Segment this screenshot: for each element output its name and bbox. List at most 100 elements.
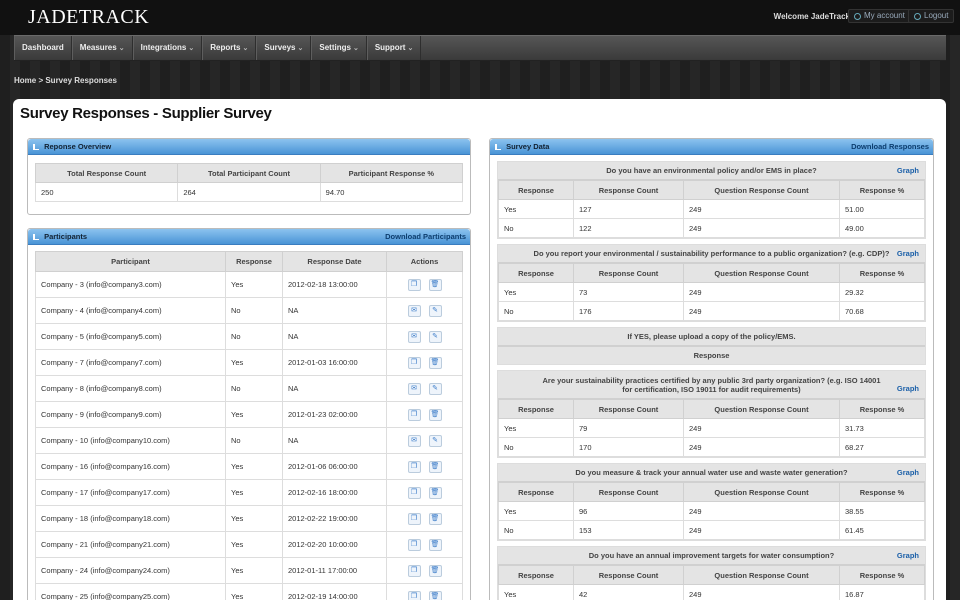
graph-link[interactable]: Graph [897,162,919,180]
participant-row: Company - 21 (info@company21.com) Yes 2012… [35,531,463,558]
participant-date: NA [282,297,387,324]
question-col-header: Response [498,482,574,502]
nav-item-dashboard[interactable]: Dashboard [14,36,72,60]
trash-icon[interactable]: 🗑 [428,486,442,499]
copy-icon[interactable]: ❐ [407,408,421,421]
question-row: Yes 42 249 16.87 [498,584,925,600]
nav-label: Settings [319,43,351,52]
logout-button[interactable]: Logout [908,9,955,23]
question-cell: 249 [683,301,840,321]
graph-link[interactable]: Graph [897,464,919,482]
my-account-button[interactable]: My account [848,9,911,23]
question-cell: 31.73 [839,418,925,438]
question-text: Do you report your environmental / susta… [533,249,890,258]
nav-item-integrations[interactable]: Integrations ⌄ [132,36,203,60]
participant-name: Company - 16 (info@company16.com) [35,453,226,480]
question-col-header: Question Response Count [683,263,840,283]
welcome-text: Welcome JadeTrack [773,12,850,21]
nav-item-measures[interactable]: Measures ⌄ [71,36,133,60]
col-participant[interactable]: Participant [35,251,226,272]
edit-icon[interactable]: ✎ [428,330,442,343]
question-cell: No [498,301,574,321]
col-response-date[interactable]: Response Date [282,251,387,272]
participants-header: Participants Download Participants [28,229,470,245]
trash-icon[interactable]: 🗑 [428,356,442,369]
participant-actions: ❐ 🗑 [386,453,463,480]
question-col-header: Response Count [573,399,684,419]
question-cell: Yes [498,199,574,219]
trash-icon[interactable]: 🗑 [428,564,442,577]
trash-icon[interactable]: 🗑 [428,460,442,473]
page-title: Survey Responses - Supplier Survey [20,105,272,122]
overview-participant-pct: 94.70 [319,182,464,202]
email-icon[interactable]: ✉ [407,434,421,447]
graph-link[interactable]: Graph [897,245,919,263]
nav-label: Integrations [140,43,187,52]
top-bar: JADETRACK Welcome JadeTrack My account L… [0,0,960,35]
copy-icon[interactable]: ❐ [407,460,421,473]
edit-icon[interactable]: ✎ [428,304,442,317]
email-icon[interactable]: ✉ [407,330,421,343]
participants-panel: Participants Download Participants Parti… [27,228,471,600]
question-cell: 122 [573,218,684,238]
participant-response: Yes [225,349,283,376]
copy-icon[interactable]: ❐ [407,512,421,525]
chevron-down-icon: ⌄ [352,45,359,52]
question-text: Do you have an environmental policy and/… [606,166,817,175]
participant-name: Company - 25 (info@company25.com) [35,583,226,600]
trash-icon[interactable]: 🗑 [428,538,442,551]
participant-actions: ❐ 🗑 [386,349,463,376]
copy-icon[interactable]: ❐ [407,538,421,551]
edit-icon[interactable]: ✎ [428,434,442,447]
participant-date: 2012-02-16 18:00:00 [282,479,387,506]
download-responses-link[interactable]: Download Responses [851,139,929,154]
email-icon[interactable]: ✉ [407,382,421,395]
question-cell: 16.87 [839,584,925,600]
participant-name: Company - 5 (info@company5.com) [35,323,226,350]
question-cell: 176 [573,301,684,321]
copy-icon[interactable]: ❐ [407,278,421,291]
survey-data-header: Survey Data Download Responses [490,139,933,155]
question-col-header: Question Response Count [683,482,840,502]
question-row: Yes 79 249 31.73 [498,418,925,438]
nav-item-settings[interactable]: Settings ⌄ [311,36,367,60]
question-col-header: Question Response Count [683,399,840,419]
graph-link[interactable]: Graph [897,547,919,565]
participant-date: 2012-01-03 16:00:00 [282,349,387,376]
col-response[interactable]: Response [225,251,283,272]
nav-label: Support [374,43,406,52]
trash-icon[interactable]: 🗑 [428,278,442,291]
copy-icon[interactable]: ❐ [407,590,421,600]
copy-icon[interactable]: ❐ [407,564,421,577]
overview-header-total-response: Total Response Count [34,163,179,183]
question-cell: Yes [498,501,574,521]
participant-date: 2012-01-23 02:00:00 [282,401,387,428]
email-icon[interactable]: ✉ [407,304,421,317]
question-cell: 127 [573,199,684,219]
edit-icon[interactable]: ✎ [428,382,442,395]
trash-icon[interactable]: 🗑 [428,512,442,525]
participant-response: Yes [225,505,283,532]
copy-icon[interactable]: ❐ [407,486,421,499]
nav-item-support[interactable]: Support ⌄ [366,36,422,60]
nav-item-reports[interactable]: Reports ⌄ [202,36,257,60]
graph-link[interactable]: Graph [897,384,919,393]
content-area: Survey Responses - Supplier Survey Repon… [13,99,946,600]
copy-icon[interactable]: ❐ [407,356,421,369]
nav-item-surveys[interactable]: Surveys ⌄ [256,36,312,60]
participant-response: Yes [225,401,283,428]
logo[interactable]: JADETRACK [28,6,149,29]
chevron-down-icon: ⌄ [188,45,195,52]
question-text: Do you measure & track your annual water… [575,468,848,477]
participant-response: No [225,427,283,454]
participant-actions: ✉ ✎ [386,427,463,454]
trash-icon[interactable]: 🗑 [428,408,442,421]
breadcrumb[interactable]: Home > Survey Responses [14,76,117,85]
chevron-down-icon: ⌄ [407,45,414,52]
response-overview-title: Reponse Overview [44,142,112,151]
participant-actions: ✉ ✎ [386,297,463,324]
question-header: If YES, please upload a copy of the poli… [498,328,925,346]
trash-icon[interactable]: 🗑 [428,590,442,600]
download-participants-link[interactable]: Download Participants [385,229,466,244]
participant-date: 2012-01-06 06:00:00 [282,453,387,480]
